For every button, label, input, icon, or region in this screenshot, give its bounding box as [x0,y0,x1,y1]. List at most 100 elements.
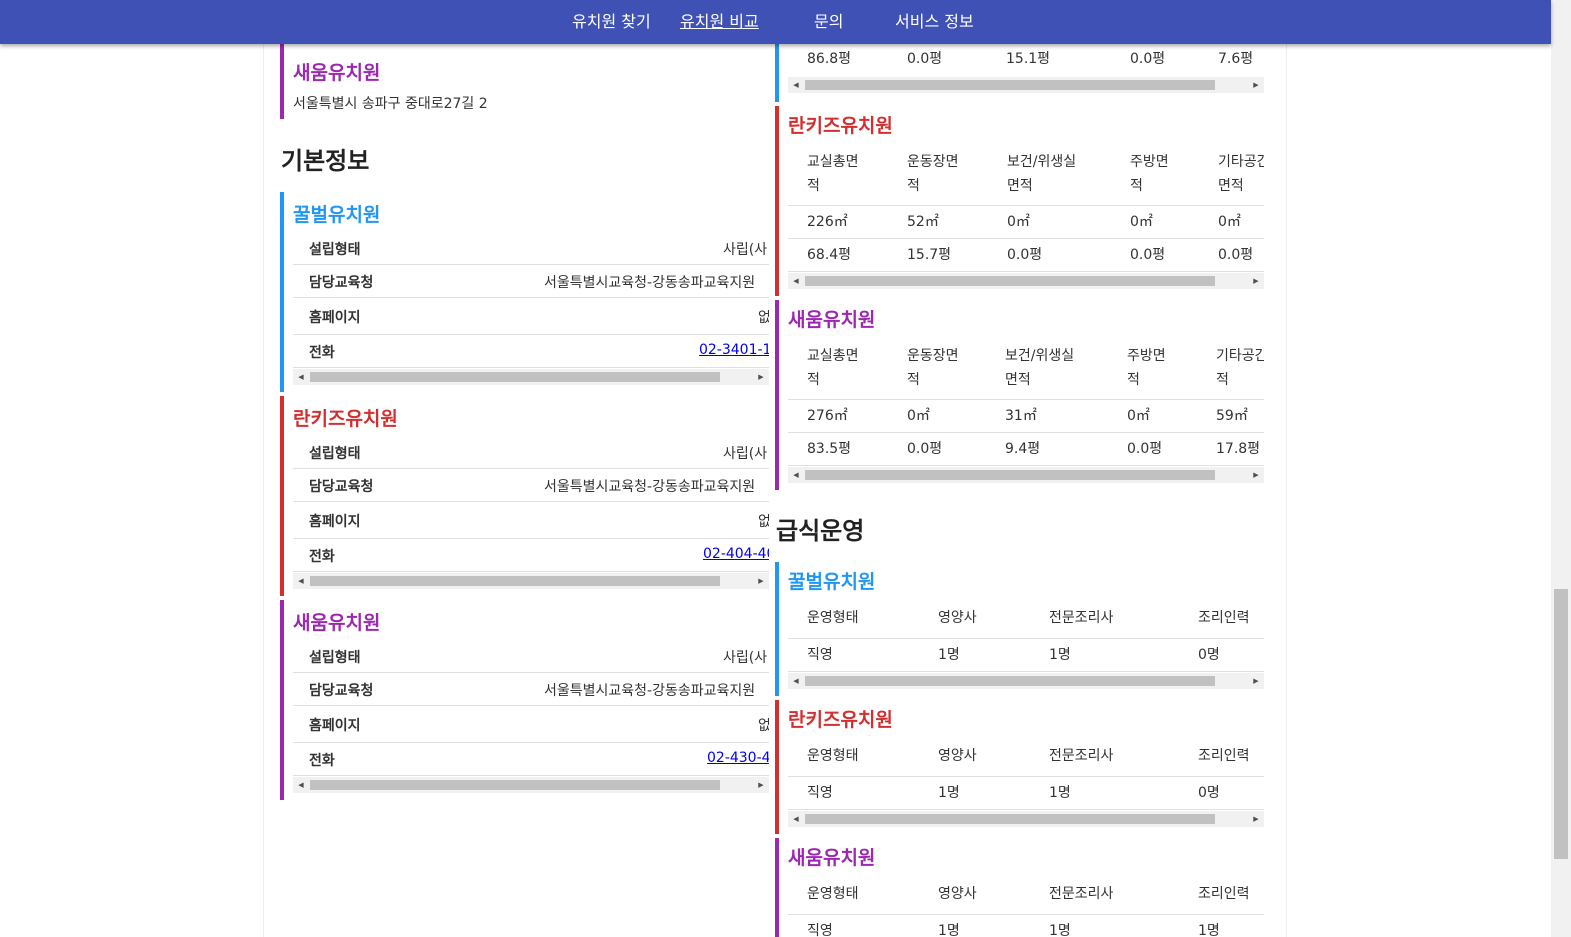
window-scroll-thumb[interactable] [1554,589,1568,859]
basic-info-card-2: 란키즈유치원 설립형태 사립(사 담당교육청 서울특별시교육청-강동송파교육지원… [280,396,770,596]
info-value: 없 [758,511,769,531]
horizontal-scrollbar[interactable]: ◀ ▶ [788,273,1264,289]
info-label: 담당교육청 [309,479,374,495]
kindergarten-name: 새움유치원 [788,309,876,331]
horizontal-scrollbar[interactable]: ◀ ▶ [293,573,769,589]
scroll-right-arrow-icon[interactable]: ▶ [753,573,769,589]
info-row-office: 담당교육청 서울특별시교육청-강동송파교육지원 [293,673,769,706]
basic-info-card-1: 꿀벌유치원 설립형태 사립(사 담당교육청 서울특별시교육청-강동송파교육지원 … [280,192,770,392]
horizontal-scrollbar[interactable]: ◀ ▶ [788,811,1264,827]
phone-link[interactable]: 02-430-43 [707,750,769,766]
table-header: 적 [1216,372,1229,388]
scroll-right-arrow-icon[interactable]: ▶ [1248,467,1264,483]
meal-table: 운영형태 영양사 전문조리사 조리인력 직영 1명 1명 0명 [788,740,1264,810]
scroll-thumb[interactable] [805,470,1215,480]
table-cell: 0명 [1198,647,1220,663]
kindergarten-header-card: 새움유치원 서울특별시 송파구 중대로27길 2 [280,44,770,119]
phone-link[interactable]: 02-404-40 [703,546,769,562]
table-cell: 1명 [938,647,960,663]
scroll-left-arrow-icon[interactable]: ◀ [788,673,804,689]
meal-card-2: 란키즈유치원 운영형태 영양사 전문조리사 조리인력 직영 1명 1명 0명 ◀… [775,700,1265,834]
kindergarten-name: 란키즈유치원 [788,709,893,731]
scroll-right-arrow-icon[interactable]: ▶ [1248,273,1264,289]
nav-service-info[interactable]: 서비스 정보 [895,12,974,32]
table-header: 면적 [1007,178,1033,194]
table-cell: 15.7평 [907,247,952,263]
scroll-left-arrow-icon[interactable]: ◀ [788,811,804,827]
info-label: 설립형태 [309,242,361,258]
phone-link[interactable]: 02-3401-17 [699,342,769,358]
scroll-thumb[interactable] [805,276,1215,286]
info-value: 사립(사 [723,446,768,462]
table-header: 전문조리사 [1049,886,1114,902]
scroll-left-arrow-icon[interactable]: ◀ [788,467,804,483]
horizontal-scrollbar[interactable]: ◀ ▶ [293,777,769,793]
facility-card-1: 86.8평 0.0평 15.1평 0.0평 7.6평 ◀ ▶ [775,44,1265,102]
table-header: 주방면 [1127,348,1166,364]
scroll-thumb[interactable] [310,372,720,382]
kindergarten-name: 새움유치원 [293,62,381,84]
info-row-type: 설립형태 사립(사 [293,232,769,265]
nav-compare-kindergarten[interactable]: 유치원 비교 [680,12,759,32]
basic-info-card-3: 새움유치원 설립형태 사립(사 담당교육청 서울특별시교육청-강동송파교육지원 … [280,600,770,800]
scroll-thumb[interactable] [805,80,1215,90]
scroll-right-arrow-icon[interactable]: ▶ [1248,673,1264,689]
info-label: 홈페이지 [309,718,361,734]
horizontal-scrollbar[interactable]: ◀ ▶ [788,673,1264,689]
kindergarten-name: 꿀벌유치원 [788,571,876,593]
facility-table: 86.8평 0.0평 15.1평 0.0평 7.6평 [788,44,1264,76]
table-cell: 17.8평 [1216,441,1261,457]
horizontal-scrollbar[interactable]: ◀ ▶ [788,467,1264,483]
kindergarten-name: 새움유치원 [293,612,381,634]
table-header: 운동장면 [907,348,959,364]
nav-find-kindergarten[interactable]: 유치원 찾기 [572,12,651,32]
table-header: 영양사 [938,886,977,902]
section-title-basic-info: 기본정보 [281,147,370,175]
window-vertical-scrollbar[interactable] [1551,0,1571,937]
table-header: 영양사 [938,748,977,764]
table-cell: 68.4평 [807,247,852,263]
meal-card-1: 꿀벌유치원 운영형태 영양사 전문조리사 조리인력 직영 1명 1명 0명 ◀ … [775,562,1265,696]
table-cell: 1명 [938,923,960,937]
horizontal-scrollbar[interactable]: ◀ ▶ [788,77,1264,93]
kindergarten-name: 란키즈유치원 [788,115,893,137]
right-column: 86.8평 0.0평 15.1평 0.0평 7.6평 ◀ ▶ 란키즈유치원 교실… [775,44,1265,937]
table-cell: 1명 [938,785,960,801]
info-row-type: 설립형태 사립(사 [293,640,769,673]
scroll-right-arrow-icon[interactable]: ▶ [753,777,769,793]
table-cell: 9.4평 [1005,441,1041,457]
scroll-right-arrow-icon[interactable]: ▶ [753,369,769,385]
nav-inquiry[interactable]: 문의 [814,12,843,32]
table-cell: 0㎡ [1218,214,1241,230]
table-cell: 0㎡ [1127,408,1150,424]
info-row-homepage: 홈페이지 없 [293,706,769,743]
scroll-thumb[interactable] [310,780,720,790]
scroll-left-arrow-icon[interactable]: ◀ [293,777,309,793]
scroll-left-arrow-icon[interactable]: ◀ [293,369,309,385]
scroll-right-arrow-icon[interactable]: ▶ [1248,811,1264,827]
facility-table: 교실총면 적 운동장면 적 보건/위생실 면적 주방면 적 기타공간 면적 22… [788,146,1264,272]
scroll-left-arrow-icon[interactable]: ◀ [788,77,804,93]
info-label: 홈페이지 [309,310,361,326]
info-value: 서울특별시교육청-강동송파교육지원 [544,275,756,291]
info-label: 홈페이지 [309,514,361,530]
scroll-thumb[interactable] [805,814,1215,824]
info-label: 전화 [309,549,335,565]
info-label: 전화 [309,345,335,361]
table-header: 면적 [1218,178,1244,194]
section-title-meal: 급식운영 [776,517,865,545]
kindergarten-name: 꿀벌유치원 [293,204,381,226]
table-header: 주방면 [1130,154,1169,170]
scroll-left-arrow-icon[interactable]: ◀ [293,573,309,589]
scroll-thumb[interactable] [310,576,720,586]
table-cell: 0.0평 [1127,441,1163,457]
top-nav-bar: 유치원 찾기 유치원 비교 문의 서비스 정보 [0,0,1551,44]
kindergarten-name: 란키즈유치원 [293,408,398,430]
horizontal-scrollbar[interactable]: ◀ ▶ [293,369,769,385]
info-value: 서울특별시교육청-강동송파교육지원 [544,683,756,699]
table-cell: 직영 [807,923,833,937]
scroll-thumb[interactable] [805,676,1215,686]
scroll-left-arrow-icon[interactable]: ◀ [788,273,804,289]
scroll-right-arrow-icon[interactable]: ▶ [1248,77,1264,93]
table-cell: 86.8평 [807,51,852,67]
